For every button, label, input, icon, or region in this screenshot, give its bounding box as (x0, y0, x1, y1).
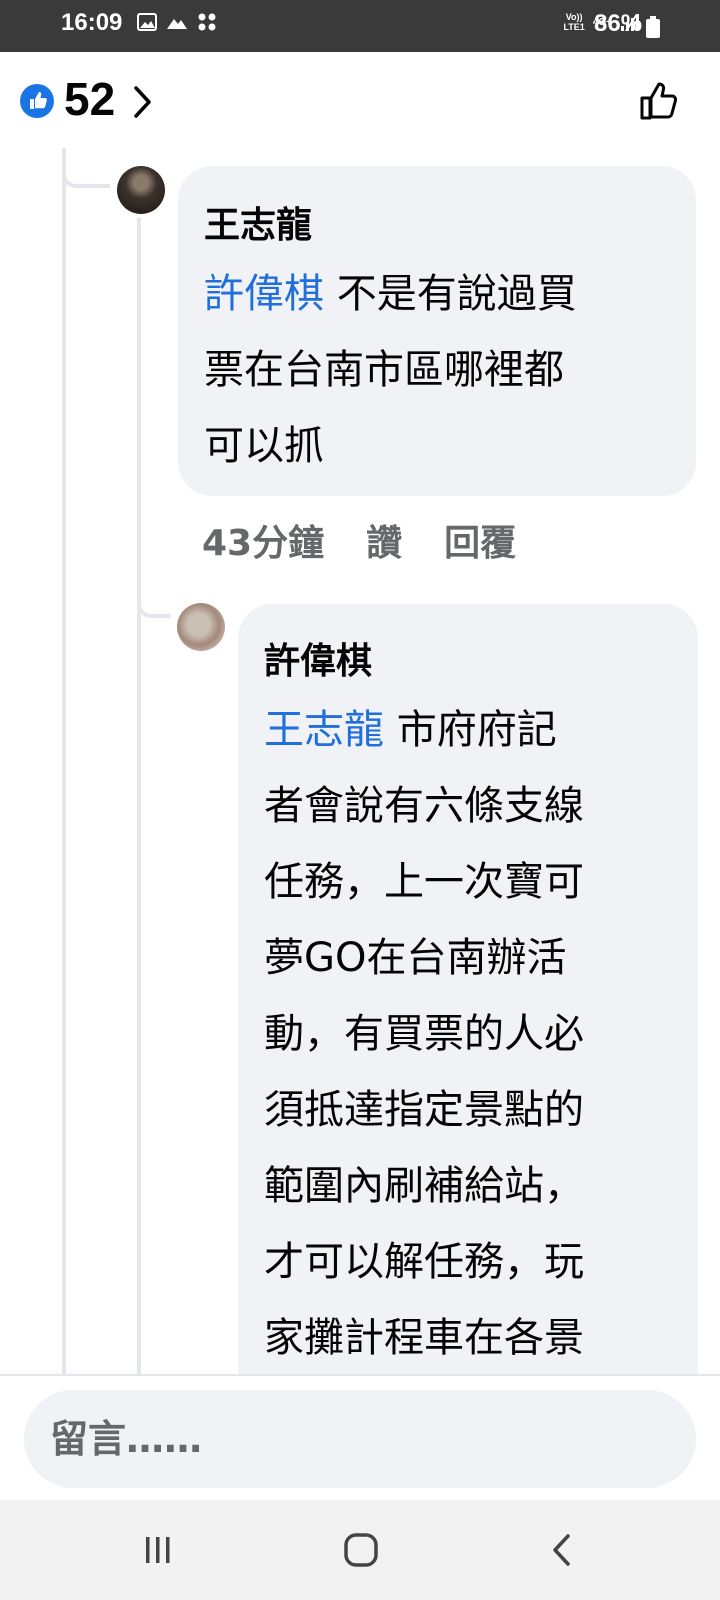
mention-link[interactable]: 王志龍 (264, 707, 384, 753)
comment-input[interactable] (24, 1390, 696, 1488)
recent-apps-button[interactable] (134, 1526, 182, 1574)
battery-percent: 86% (594, 10, 643, 37)
comment-composer (0, 1374, 720, 1502)
volte-indicator: Vo)) LTE1 (563, 12, 585, 32)
recent-apps-icon (146, 1537, 170, 1563)
comment-bubble[interactable]: 王志龍 許偉棋 不是有說過買 票在台南市區哪裡都 可以抓 (178, 166, 696, 496)
comment-author[interactable]: 許偉棋 (264, 632, 372, 684)
comment-thread[interactable]: 王志龍 許偉棋 不是有說過買 票在台南市區哪裡都 可以抓 43分鐘 讚 回覆 許… (0, 148, 720, 1374)
thread-line-outer (62, 148, 66, 1374)
reply-button[interactable]: 回覆 (444, 514, 516, 566)
like-comment-button[interactable]: 讚 (366, 514, 402, 566)
mention-link[interactable]: 許偉棋 (204, 271, 324, 317)
back-icon (553, 1534, 570, 1566)
back-button[interactable] (538, 1526, 586, 1574)
system-nav-bar (0, 1500, 720, 1600)
comment-time: 43分鐘 (202, 523, 325, 564)
home-icon (344, 1533, 378, 1567)
thread-connector-2 (137, 578, 171, 618)
comment-text: 許偉棋 不是有說過買 票在台南市區哪裡都 可以抓 (204, 271, 577, 469)
battery-icon (646, 16, 660, 38)
home-button[interactable] (337, 1526, 385, 1574)
thumbs-up-icon[interactable] (638, 78, 682, 122)
apps-grid-icon (198, 13, 216, 31)
gallery-icon (137, 13, 157, 31)
like-count[interactable]: 52 (64, 72, 115, 126)
like-reaction-icon (20, 84, 54, 118)
thread-line-inner (137, 218, 141, 1374)
comment-bubble[interactable]: 許偉棋 王志龍 市府府記 者會說有六條支線 任務，上一次寶可 夢GO在台南辦活 … (238, 604, 698, 1374)
reaction-summary[interactable]: 52 (0, 52, 720, 148)
comment-meta: 43分鐘 讚 回覆 (202, 514, 516, 566)
chevron-right-icon[interactable] (132, 84, 154, 120)
thread-connector-1 (62, 148, 110, 188)
comment-author[interactable]: 王志龍 (204, 196, 312, 248)
avatar[interactable] (117, 166, 165, 214)
mountain-icon (167, 19, 187, 29)
comment-text: 王志龍 市府府記 者會說有六條支線 任務，上一次寶可 夢GO在台南辦活 動，有買… (264, 707, 584, 1361)
status-time: 16:09 (61, 9, 123, 36)
status-bar: 16:09 Vo)) LTE1 4G+ 86% (0, 0, 720, 52)
avatar[interactable] (177, 603, 225, 651)
